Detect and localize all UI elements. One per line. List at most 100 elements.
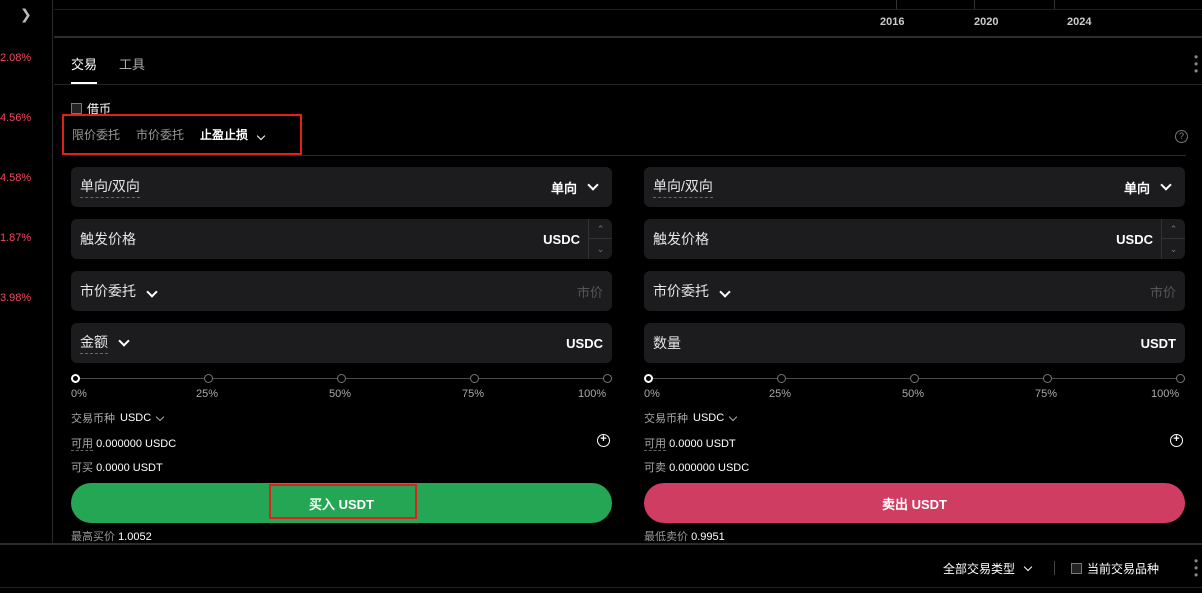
tab-market-order[interactable]: 市价委托 xyxy=(136,126,184,143)
chart-x-axis: 2016 2020 2024 xyxy=(54,0,1202,38)
tab-limit-order[interactable]: 限价委托 xyxy=(72,126,120,143)
price-stepper[interactable]: ⌃ ⌄ xyxy=(588,219,612,259)
axis-line xyxy=(54,9,1202,10)
trade-currency[interactable]: 交易币种 USDC xyxy=(71,410,612,426)
chevron-down-icon xyxy=(1160,179,1172,191)
chevron-down-icon xyxy=(587,179,599,191)
help-icon[interactable]: ? xyxy=(1175,130,1188,143)
chevron-down-icon xyxy=(155,412,165,421)
sell-button[interactable]: 卖出 USDT xyxy=(644,483,1185,523)
year-label: 2024 xyxy=(1067,16,1092,28)
slider-label: 50% xyxy=(902,388,925,400)
available-label: 可用 xyxy=(644,438,666,451)
axis-tick xyxy=(896,0,897,9)
amount-unit: USDC xyxy=(566,335,603,351)
trigger-price-input[interactable]: 触发价格 USDC ⌃ ⌄ xyxy=(71,219,612,259)
slider-stop[interactable] xyxy=(910,374,919,383)
order-price-placeholder: 市价 xyxy=(576,284,603,300)
change-percent: 1.87% xyxy=(0,232,32,244)
current-symbol-checkbox[interactable] xyxy=(1071,563,1082,574)
slider-labels: 0% 25% 50% 75% 100% xyxy=(644,384,1185,402)
add-funds-icon[interactable]: + xyxy=(597,434,610,447)
tab-tools[interactable]: 工具 xyxy=(119,40,145,84)
amount-slider[interactable] xyxy=(71,372,612,384)
max-buy: 可买 0.0000 USDT xyxy=(71,459,612,475)
order-type-select[interactable]: 市价委托 xyxy=(80,281,162,301)
current-symbol-toggle[interactable]: 当前交易品种 xyxy=(1071,560,1159,577)
slider-stop[interactable] xyxy=(337,374,346,383)
tab-tp-sl[interactable]: 止盈止损 xyxy=(200,126,268,143)
available-balance: 可用 0.000000 USDC + xyxy=(71,434,612,451)
slider-label: 0% xyxy=(71,388,87,400)
chevron-down-icon xyxy=(256,131,266,141)
trade-type-filter[interactable]: 全部交易类型 xyxy=(943,560,1035,577)
more-icon[interactable]: • • • xyxy=(1194,51,1202,77)
trigger-price-unit: USDC xyxy=(543,231,580,247)
position-mode-select[interactable]: 单向/双向 单向 xyxy=(644,167,1185,207)
buy-form: 单向/双向 单向 触发价格 USDC ⌃ ⌄ 市价委托 市价 金额 USDC 0… xyxy=(71,167,612,475)
axis-tick xyxy=(974,0,975,9)
available-balance: 可用 0.0000 USDT + xyxy=(644,434,1185,451)
tab-trade[interactable]: 交易 xyxy=(71,40,98,84)
trade-currency[interactable]: 交易币种 USDC xyxy=(644,410,1185,426)
add-funds-icon[interactable]: + xyxy=(1170,434,1183,447)
trigger-price-unit: USDC xyxy=(1116,231,1153,247)
available-value: 0.0000 USDT xyxy=(669,438,736,450)
trade-currency-value: USDC xyxy=(693,412,725,424)
slider-label: 50% xyxy=(329,388,352,400)
change-percent: 4.58% xyxy=(0,172,32,184)
tab-tp-sl-label: 止盈止损 xyxy=(200,128,249,142)
order-price-input[interactable]: 市价委托 市价 xyxy=(644,271,1185,311)
chevron-right-icon[interactable]: ❯ xyxy=(20,6,32,23)
year-label: 2020 xyxy=(974,16,999,28)
position-mode-value: 单向 xyxy=(1123,180,1150,196)
slider-stop[interactable] xyxy=(1043,374,1052,383)
order-type-label: 市价委托 xyxy=(653,283,709,299)
change-percent: 4.56% xyxy=(0,112,32,124)
best-ask: 最低卖价 0.9951 xyxy=(644,528,725,544)
chevron-down-icon xyxy=(146,286,158,298)
stepper-up-icon[interactable]: ⌃ xyxy=(1162,219,1185,239)
more-icon[interactable]: • • • xyxy=(1194,555,1202,581)
best-ask-label: 最低卖价 xyxy=(644,531,688,543)
slider-label: 25% xyxy=(196,388,219,400)
amount-input[interactable]: 金额 USDC xyxy=(71,323,612,363)
borrow-checkbox[interactable] xyxy=(71,103,82,114)
position-mode-select[interactable]: 单向/双向 单向 xyxy=(71,167,612,207)
chevron-down-icon xyxy=(1023,562,1033,572)
quantity-label: 数量 xyxy=(653,335,681,351)
slider-label: 100% xyxy=(1151,388,1180,400)
max-buy-value: 0.0000 USDT xyxy=(96,462,163,474)
price-stepper[interactable]: ⌃ ⌄ xyxy=(1161,219,1185,259)
order-price-placeholder: 市价 xyxy=(1149,284,1176,300)
trigger-price-input[interactable]: 触发价格 USDC ⌃ ⌄ xyxy=(644,219,1185,259)
order-type-select[interactable]: 市价委托 xyxy=(653,281,735,301)
slider-stop[interactable] xyxy=(204,374,213,383)
quantity-slider[interactable] xyxy=(644,372,1185,384)
available-label: 可用 xyxy=(71,438,93,451)
position-mode-label: 单向/双向 xyxy=(80,176,140,198)
stepper-down-icon[interactable]: ⌄ xyxy=(1162,239,1185,259)
slider-stop[interactable] xyxy=(777,374,786,383)
available-value: 0.000000 USDC xyxy=(96,438,177,450)
chevron-down-icon xyxy=(719,286,731,298)
panel-tabs: 交易 工具 xyxy=(71,40,145,84)
slider-label: 75% xyxy=(1035,388,1058,400)
divider xyxy=(54,84,1202,85)
trigger-price-label: 触发价格 xyxy=(80,231,136,247)
slider-handle[interactable] xyxy=(644,374,653,383)
stepper-down-icon[interactable]: ⌄ xyxy=(589,239,612,259)
slider-label: 75% xyxy=(462,388,485,400)
max-sell-label: 可卖 xyxy=(644,462,666,474)
amount-label[interactable]: 金额 xyxy=(80,332,108,354)
chevron-down-icon[interactable] xyxy=(118,335,130,347)
slider-stop[interactable] xyxy=(603,374,612,383)
slider-stop[interactable] xyxy=(1176,374,1185,383)
slider-stop[interactable] xyxy=(470,374,479,383)
divider xyxy=(0,587,1202,588)
order-price-input[interactable]: 市价委托 市价 xyxy=(71,271,612,311)
slider-handle[interactable] xyxy=(71,374,80,383)
current-symbol-label: 当前交易品种 xyxy=(1087,562,1160,576)
stepper-up-icon[interactable]: ⌃ xyxy=(589,219,612,239)
quantity-input[interactable]: 数量 USDT xyxy=(644,323,1185,363)
